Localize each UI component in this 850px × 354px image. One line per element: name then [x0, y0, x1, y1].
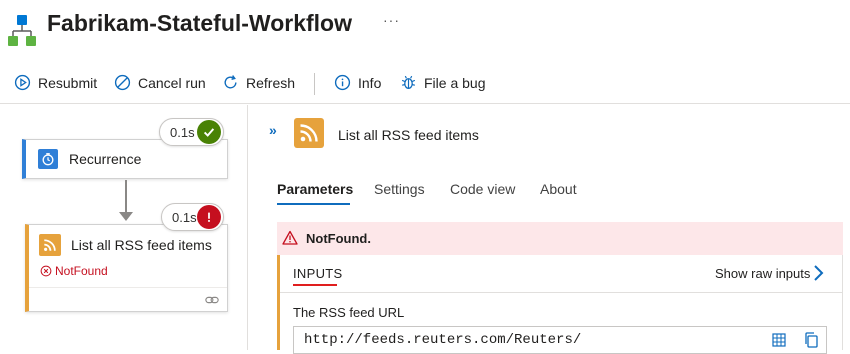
- toolbar: Resubmit Cancel run Refresh Info File a …: [0, 64, 850, 104]
- more-options-button[interactable]: ···: [383, 12, 400, 28]
- detail-title: List all RSS feed items: [338, 127, 479, 143]
- cancel-icon: [114, 74, 131, 91]
- error-circle-icon: [40, 265, 52, 277]
- file-bug-button[interactable]: File a bug: [400, 74, 485, 91]
- cancel-run-button[interactable]: Cancel run: [114, 74, 206, 91]
- rss-url-label: The RSS feed URL: [293, 305, 405, 320]
- resubmit-icon: [14, 74, 31, 91]
- toolbar-divider: [314, 73, 315, 95]
- rss-action-card[interactable]: List all RSS feed items NotFound: [25, 224, 228, 312]
- bug-icon: [401, 75, 416, 89]
- recurrence-duration: 0.1s: [170, 124, 195, 140]
- tab-settings[interactable]: Settings: [374, 181, 425, 197]
- recurrence-status-badge: 0.1s: [159, 118, 224, 146]
- info-icon: [334, 74, 351, 91]
- connector-line: [125, 180, 127, 216]
- rss-error-text: NotFound: [55, 264, 108, 278]
- rss-card-title: List all RSS feed items: [71, 237, 212, 253]
- resubmit-label: Resubmit: [38, 74, 98, 91]
- rss-url-value: http://feeds.reuters.com/Reuters/: [304, 332, 582, 348]
- chevron-right-icon[interactable]: [812, 264, 824, 287]
- rss-status-badge: 0.1s: [161, 203, 224, 231]
- expand-view-icon[interactable]: [772, 333, 786, 352]
- active-tab-indicator: [277, 203, 350, 205]
- cancel-run-label: Cancel run: [138, 74, 206, 91]
- pane-divider: [247, 105, 248, 350]
- error-message: NotFound.: [306, 231, 371, 246]
- refresh-button[interactable]: Refresh: [222, 74, 295, 91]
- file-bug-label: File a bug: [424, 74, 486, 91]
- inputs-divider: [280, 292, 843, 293]
- inputs-underline: [293, 284, 337, 286]
- rss-duration: 0.1s: [172, 209, 197, 225]
- expand-chevron-icon[interactable]: »: [269, 122, 277, 138]
- recurrence-title: Recurrence: [69, 151, 142, 167]
- workflow-icon: [8, 12, 36, 48]
- info-button[interactable]: Info: [334, 74, 381, 91]
- page-title: Fabrikam-Stateful-Workflow: [47, 10, 352, 36]
- tab-code-view[interactable]: Code view: [450, 181, 515, 197]
- link-icon[interactable]: [205, 293, 219, 311]
- show-raw-inputs-link[interactable]: Show raw inputs: [715, 266, 810, 281]
- warning-icon: [282, 230, 298, 250]
- rss-icon: [294, 118, 324, 148]
- rss-icon: [39, 234, 61, 256]
- rss-error-status: NotFound: [40, 264, 108, 278]
- error-code: NotFound.: [306, 231, 371, 246]
- refresh-label: Refresh: [246, 74, 296, 91]
- refresh-icon: [224, 75, 237, 89]
- connector-arrow-icon: [119, 212, 133, 221]
- tab-about[interactable]: About: [540, 181, 577, 197]
- tab-parameters[interactable]: Parameters: [277, 181, 353, 197]
- info-label: Info: [358, 74, 382, 91]
- recurrence-icon: [38, 149, 58, 169]
- inputs-heading: INPUTS: [293, 266, 343, 281]
- resubmit-button[interactable]: Resubmit: [14, 74, 97, 91]
- error-exclamation-icon: [197, 205, 221, 229]
- card-divider: [29, 287, 227, 288]
- success-check-icon: [197, 120, 221, 144]
